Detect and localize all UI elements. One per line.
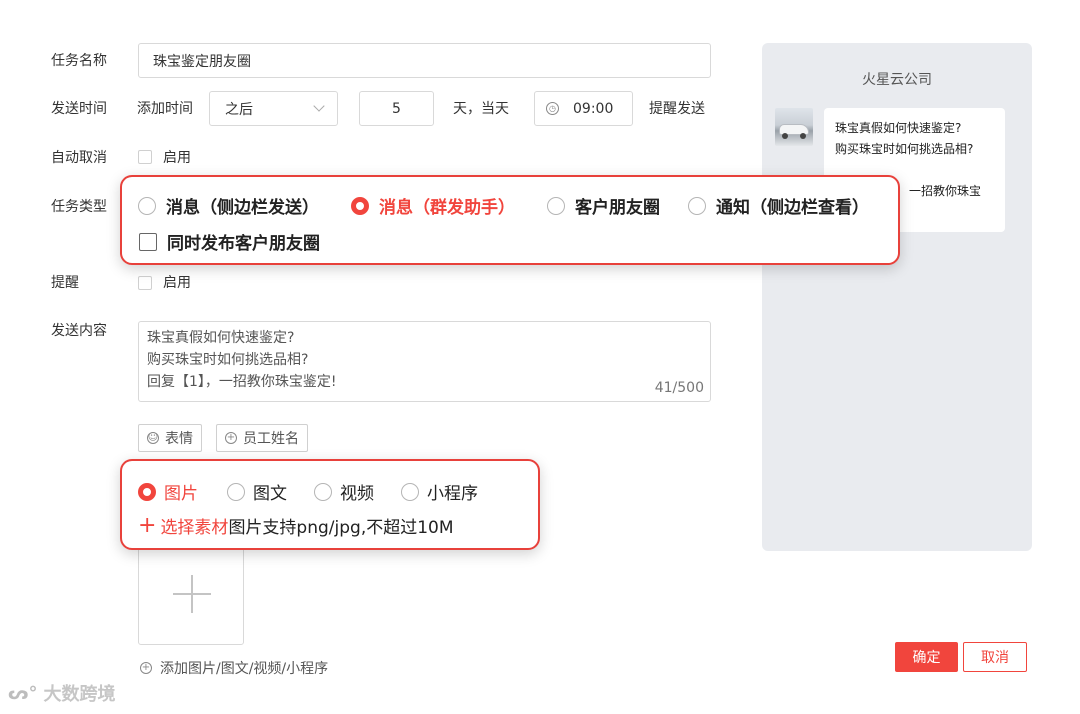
radio-button[interactable]: [688, 196, 706, 215]
employee-name-button[interactable]: + 员工姓名: [216, 424, 308, 452]
auto-cancel-enable-text: 启用: [163, 150, 191, 166]
radio-option-customer-moments[interactable]: 客户朋友圈: [547, 193, 660, 218]
radio-option-label: 视频: [340, 484, 374, 504]
media-hint: 图片支持png/jpg,不超过10M: [228, 518, 454, 538]
radio-option-mini-program[interactable]: 小程序: [401, 479, 478, 504]
radio-option-label: 图片: [164, 484, 198, 504]
chevron-down-icon: [313, 100, 325, 112]
after-select-value: 之后: [225, 101, 253, 118]
radio-button[interactable]: [314, 482, 332, 501]
task-type-callout: 消息（侧边栏发送） 消息（群发助手） 客户朋友圈 通知（侧边栏查看） 同时发布客…: [120, 175, 900, 265]
content-line: 购买珠宝时如何挑选品相?: [147, 352, 309, 368]
radio-option-label: 图文: [253, 484, 287, 504]
checkbox-label: 同时发布客户朋友圈: [167, 234, 320, 254]
days-text: 天，当天: [453, 101, 509, 117]
plus-icon: +: [138, 512, 157, 538]
radio-option-sidebar-message[interactable]: 消息（侧边栏发送）: [138, 193, 319, 218]
publish-moments-checkbox-option[interactable]: 同时发布客户朋友圈: [139, 229, 320, 254]
select-material-label: 选择素材: [160, 518, 229, 538]
days-input[interactable]: 5: [359, 91, 434, 126]
cancel-button[interactable]: 取消: [963, 642, 1027, 672]
radio-option-label: 消息（侧边栏发送）: [166, 198, 319, 218]
radio-button[interactable]: [138, 196, 156, 215]
content-line: 珠宝真假如何快速鉴定?: [147, 330, 295, 346]
days-value: 5: [392, 100, 401, 117]
time-picker[interactable]: ◷ 09:00: [534, 91, 633, 126]
char-count: 41/500: [654, 380, 704, 396]
confirm-button[interactable]: 确定: [895, 642, 958, 672]
remind-label: 提醒: [51, 275, 79, 291]
preview-company-name: 火星云公司: [862, 72, 932, 88]
radio-option-article[interactable]: 图文: [227, 479, 287, 504]
add-attachment-text: 添加图片/图文/视频/小程序: [160, 661, 329, 677]
task-name-input[interactable]: 珠宝鉴定朋友圈: [138, 43, 711, 78]
content-textarea[interactable]: 珠宝真假如何快速鉴定? 购买珠宝时如何挑选品相? 回复【1】，一招教你珠宝鉴定!…: [138, 321, 711, 402]
remind-checkbox[interactable]: [138, 276, 152, 290]
bubble-line: 一招教你珠宝: [909, 184, 982, 198]
radio-option-image[interactable]: 图片: [138, 479, 198, 504]
avatar: [775, 108, 813, 146]
upload-box[interactable]: [138, 541, 244, 645]
smile-icon: ☺: [147, 432, 159, 444]
radio-option-label: 通知（侧边栏查看）: [716, 198, 869, 218]
radio-option-label: 客户朋友圈: [575, 198, 660, 218]
watermark-text: 大数跨境: [43, 684, 116, 705]
radio-button[interactable]: [547, 196, 565, 215]
add-time-label: 添加时间: [137, 101, 193, 117]
send-time-label: 发送时间: [51, 101, 107, 117]
select-material-row: + 选择素材 图片支持png/jpg,不超过10M: [138, 513, 454, 538]
auto-cancel-checkbox[interactable]: [138, 150, 152, 164]
plus-circle-icon: +: [140, 662, 152, 674]
task-type-label: 任务类型: [51, 199, 107, 215]
plus-circle-icon: +: [225, 432, 237, 444]
radio-option-video[interactable]: 视频: [314, 479, 374, 504]
clock-icon: ◷: [546, 102, 559, 115]
preview-panel: 火星云公司 珠宝真假如何快速鉴定? 购买珠宝时如何挑选品相? 一招教你珠宝: [762, 43, 1032, 551]
radio-button[interactable]: [351, 196, 369, 215]
auto-cancel-label: 自动取消: [51, 150, 107, 166]
employee-name-button-label: 员工姓名: [243, 431, 299, 447]
watermark: ᔕ° 大数跨境: [8, 680, 115, 706]
radio-button[interactable]: [138, 482, 156, 501]
remind-send-text: 提醒发送: [649, 101, 705, 117]
radio-option-label: 小程序: [427, 484, 478, 504]
bubble-line: 购买珠宝时如何挑选品相?: [835, 142, 974, 156]
radio-button[interactable]: [401, 482, 419, 501]
after-select[interactable]: 之后: [209, 91, 338, 126]
time-value: 09:00: [573, 100, 614, 117]
emoji-button[interactable]: ☺ 表情: [138, 424, 202, 452]
add-attachment-link[interactable]: + 添加图片/图文/视频/小程序: [140, 658, 328, 678]
task-name-value: 珠宝鉴定朋友圈: [153, 53, 251, 70]
checkbox[interactable]: [139, 232, 157, 251]
bubble-line: 珠宝真假如何快速鉴定?: [835, 121, 962, 135]
radio-option-sidebar-notice[interactable]: 通知（侧边栏查看）: [688, 193, 869, 218]
send-content-label: 发送内容: [51, 323, 107, 339]
radio-option-label: 消息（群发助手）: [379, 198, 515, 218]
media-type-callout: 图片 图文 视频 小程序 + 选择素材 图片支持png/jpg,不超过10M: [120, 459, 540, 550]
watermark-logo-icon: ᔕ°: [8, 682, 38, 704]
emoji-button-label: 表情: [165, 431, 193, 447]
task-name-label: 任务名称: [51, 53, 107, 69]
content-line: 回复【1】，一招教你珠宝鉴定!: [147, 374, 337, 390]
radio-option-mass-assistant[interactable]: 消息（群发助手）: [351, 193, 515, 218]
radio-button[interactable]: [227, 482, 245, 501]
remind-enable-text: 启用: [163, 275, 191, 291]
select-material-link[interactable]: + 选择素材: [138, 513, 228, 538]
